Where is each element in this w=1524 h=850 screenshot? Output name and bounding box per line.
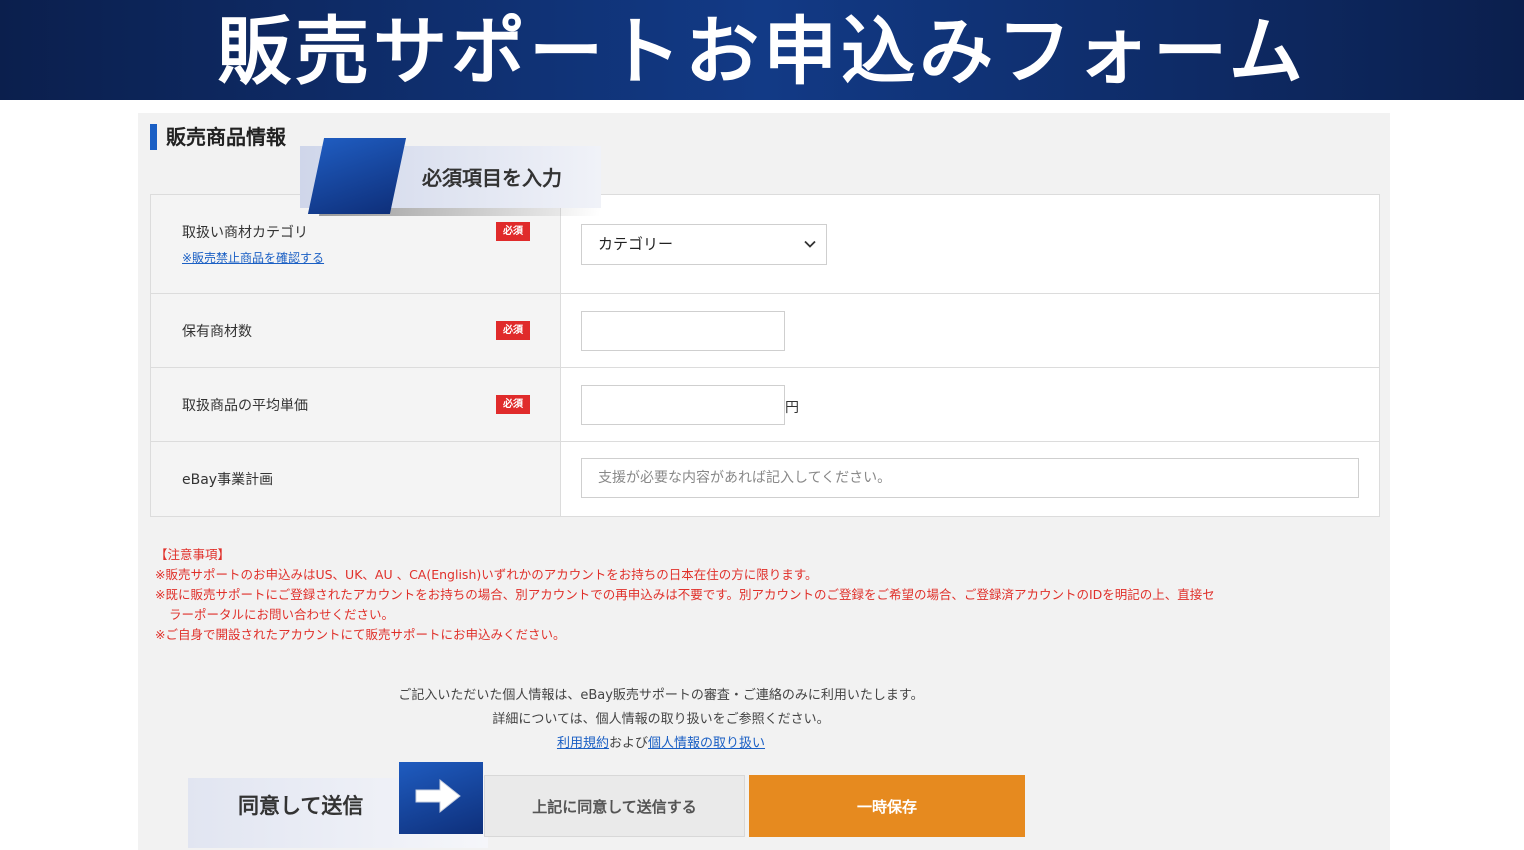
- chevron-down-icon: [804, 240, 816, 248]
- value-cell: 円: [561, 368, 1379, 441]
- notice-line-3: ※ご自身で開設されたアカウントにて販売サポートにお申込みください。: [155, 627, 566, 642]
- agree-send-callout: 同意して送信: [188, 762, 488, 850]
- agree-submit-button[interactable]: 上記に同意して送信する: [484, 775, 745, 837]
- business-plan-input[interactable]: [581, 458, 1359, 498]
- notice-heading: 【注意事項】: [155, 547, 231, 562]
- prohibited-items-link[interactable]: ※販売禁止商品を確認する: [182, 249, 324, 266]
- value-cell: [561, 442, 1379, 516]
- form-row-business-plan: eBay事業計画: [151, 442, 1379, 516]
- privacy-notice: ご記入いただいた個人情報は、eBay販売サポートの審査・ご連絡のみに利用いたしま…: [138, 684, 1184, 756]
- terms-link[interactable]: 利用規約: [557, 736, 609, 751]
- form-row-average-price: 取扱商品の平均単価 必須 円: [151, 368, 1379, 442]
- and-text: および: [608, 736, 648, 751]
- page-title: 販売サポートお申込みフォーム: [217, 9, 1307, 95]
- stock-count-label: 保有商材数: [182, 324, 252, 340]
- section-title: 販売商品情報: [150, 124, 286, 150]
- category-select-value: カテゴリー: [598, 235, 674, 253]
- label-cell: 保有商材数 必須: [151, 294, 561, 367]
- required-badge: 必須: [496, 321, 530, 340]
- privacy-links: 利用規約および個人情報の取り扱い: [138, 732, 1184, 756]
- notice-section: 【注意事項】 ※販売サポートのお申込みはUS、UK、AU 、CA(English…: [155, 545, 1215, 645]
- arrow-right-icon: [415, 778, 461, 814]
- required-badge: 必須: [496, 222, 530, 241]
- notice-line-2: ※既に販売サポートにご登録されたアカウントをお持ちの場合、別アカウントでの再申込…: [155, 587, 1215, 602]
- temporary-save-button[interactable]: 一時保存: [749, 775, 1025, 837]
- privacy-policy-link[interactable]: 個人情報の取り扱い: [648, 736, 765, 751]
- value-cell: カテゴリー: [561, 195, 1379, 293]
- privacy-line-1: ご記入いただいた個人情報は、eBay販売サポートの審査・ご連絡のみに利用いたしま…: [398, 688, 924, 703]
- header-banner: 販売サポートお申込みフォーム: [0, 0, 1524, 100]
- required-badge: 必須: [496, 395, 530, 414]
- required-fields-callout: 必須項目を入力: [300, 138, 603, 218]
- average-price-input[interactable]: [581, 385, 785, 425]
- label-cell: eBay事業計画: [151, 442, 561, 516]
- business-plan-label: eBay事業計画: [182, 472, 274, 488]
- product-info-table: 取扱い商材カテゴリ ※販売禁止商品を確認する 必須 カテゴリー 保有商材数 必須…: [150, 194, 1380, 517]
- notice-line-1: ※販売サポートのお申込みはUS、UK、AU 、CA(English)いずれかのア…: [155, 567, 818, 582]
- privacy-line-2: 詳細については、個人情報の取り扱いをご参照ください。: [492, 712, 830, 727]
- form-row-stock-count: 保有商材数 必須: [151, 294, 1379, 368]
- yen-unit: 円: [785, 400, 799, 416]
- average-price-label: 取扱商品の平均単価: [182, 398, 308, 414]
- notice-line-2-continued: ラーポータルにお問い合わせください。: [169, 607, 395, 622]
- value-cell: [561, 294, 1379, 367]
- stock-count-input[interactable]: [581, 311, 785, 351]
- category-select[interactable]: カテゴリー: [581, 224, 827, 265]
- callout-text: 必須項目を入力: [422, 166, 562, 190]
- category-label: 取扱い商材カテゴリ: [182, 225, 308, 241]
- label-cell: 取扱商品の平均単価 必須: [151, 368, 561, 441]
- callout-blue-shape: [307, 138, 407, 214]
- callout-text: 同意して送信: [238, 794, 364, 818]
